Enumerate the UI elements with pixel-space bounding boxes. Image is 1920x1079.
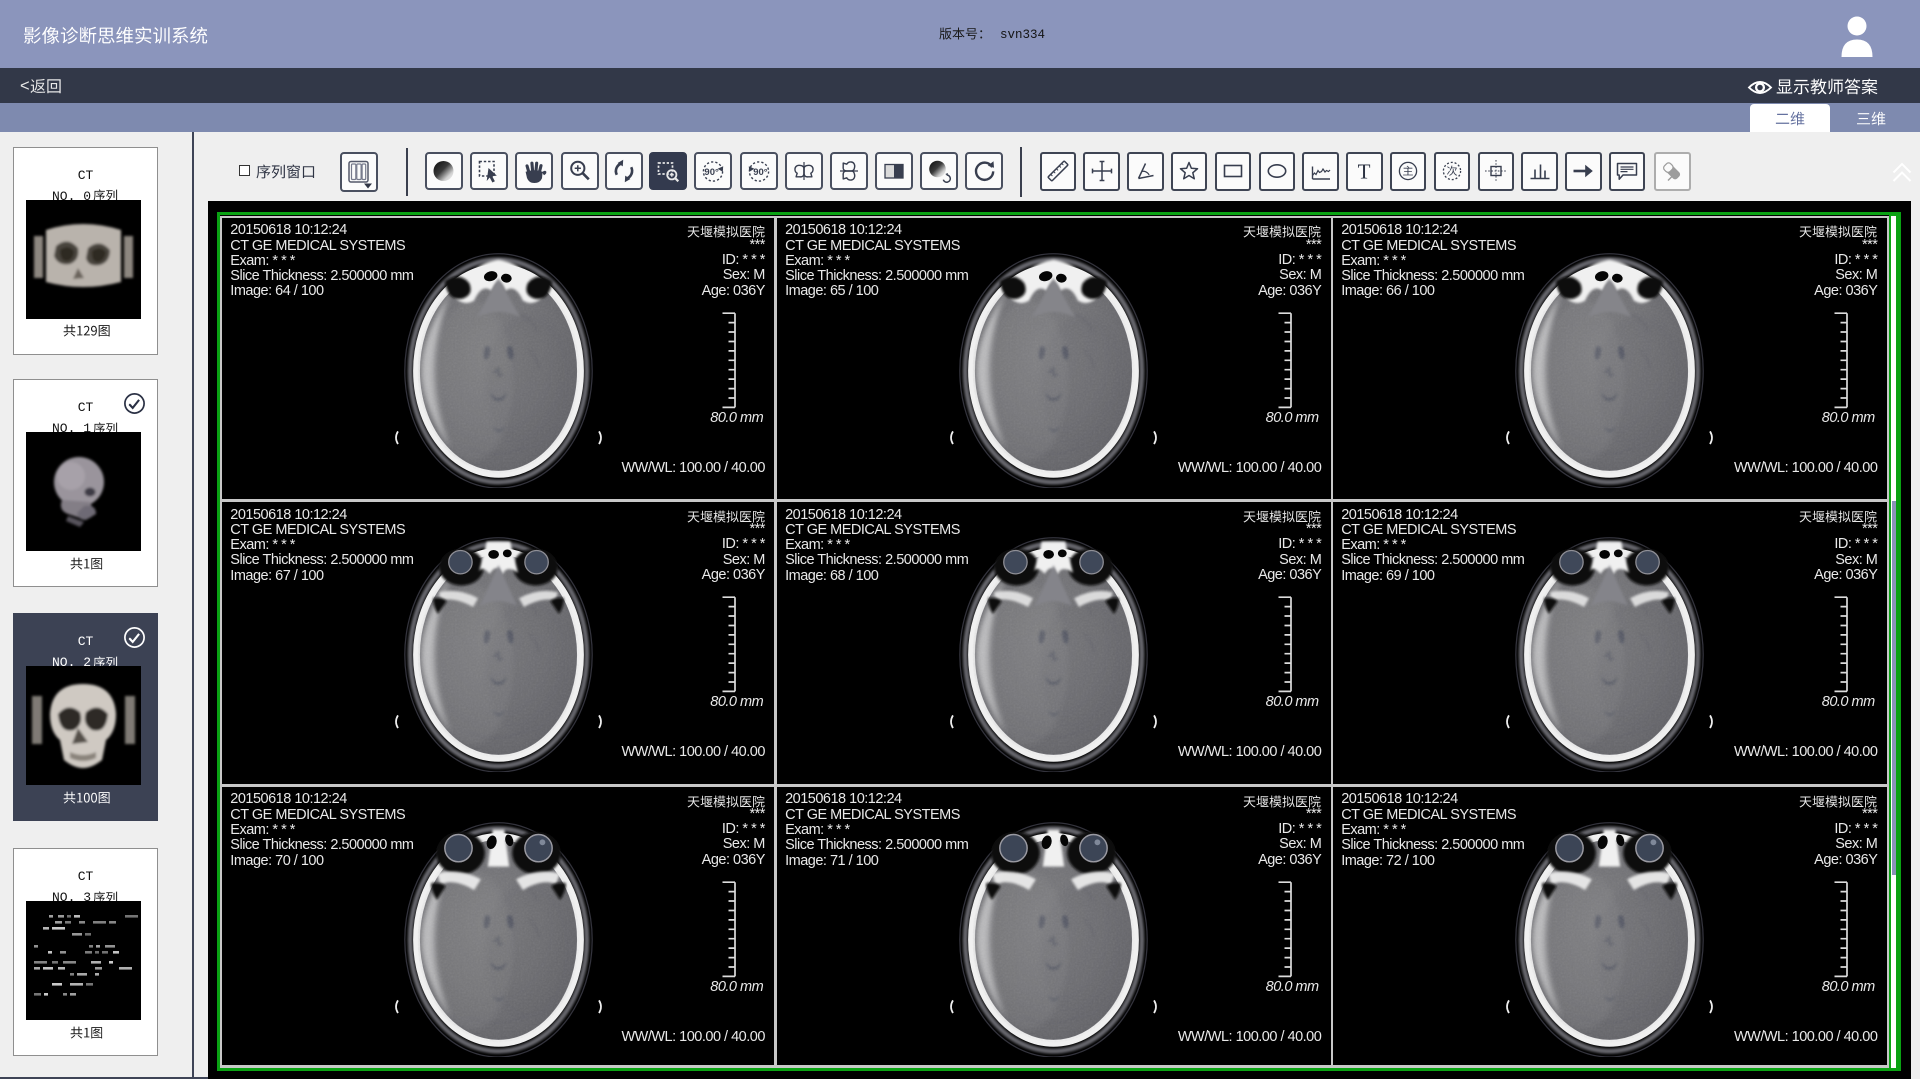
svg-text:90°: 90° — [704, 167, 719, 178]
svg-text:T: T — [1358, 160, 1371, 184]
svg-text:90°: 90° — [753, 167, 768, 178]
